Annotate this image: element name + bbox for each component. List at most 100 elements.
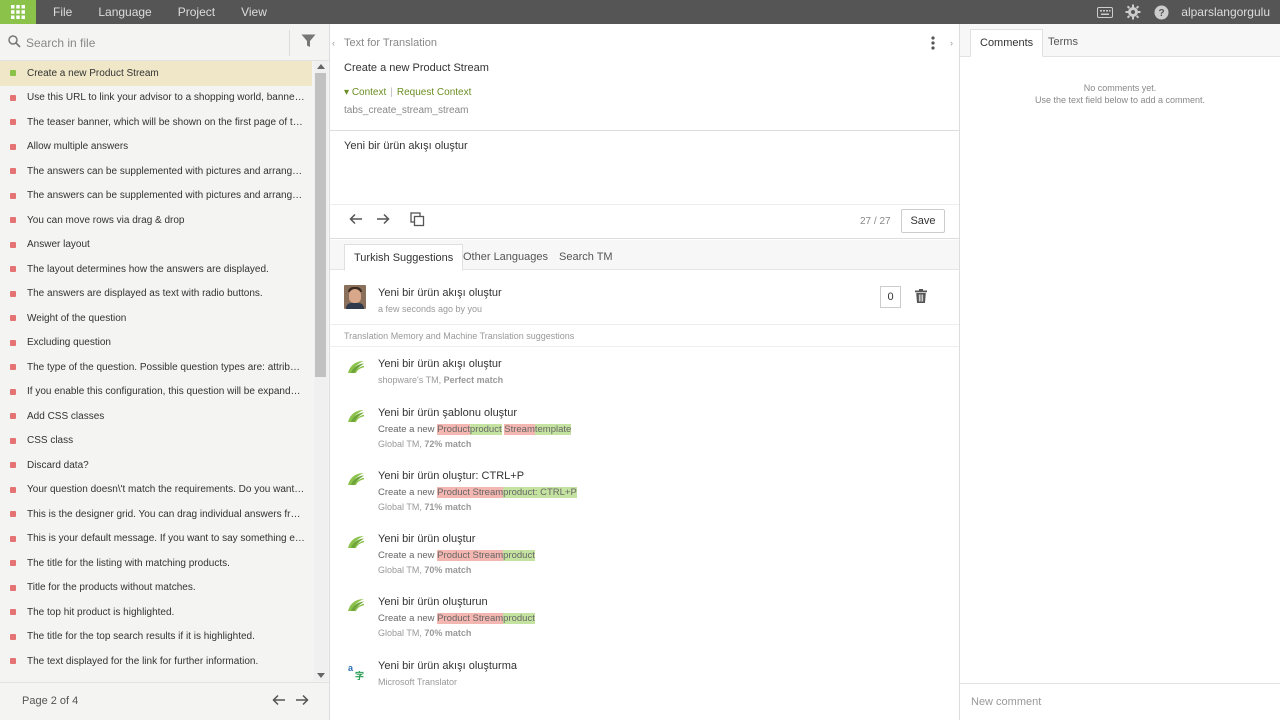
untranslated-status-icon xyxy=(10,584,16,591)
translation-section: Yeni bir ürün akışı oluştur 27 / 27 Save xyxy=(330,132,959,239)
suggestion-origin: shopware's TM, Perfect match xyxy=(378,375,503,385)
search-input[interactable]: Search in file xyxy=(26,36,95,50)
tm-suggestion[interactable]: Yeni bir ürün şablonu oluştur Create a ne… xyxy=(330,407,959,453)
user-name[interactable]: alparslangorgulu xyxy=(1175,5,1280,19)
menu-project[interactable]: Project xyxy=(165,0,228,24)
string-list-item-text: The layout determines how the answers ar… xyxy=(27,263,269,275)
string-list-item[interactable]: Your question doesn\'t match the require… xyxy=(0,478,312,503)
tm-suggestion[interactable]: Yeni bir ürün oluşturun Create a new Prod… xyxy=(330,596,959,642)
more-options-icon[interactable] xyxy=(930,35,936,51)
tab-other-languages[interactable]: Other Languages xyxy=(454,244,557,271)
scrollbar[interactable] xyxy=(314,61,328,681)
menu-file[interactable]: File xyxy=(40,0,85,24)
next-string-arrow-icon[interactable] xyxy=(376,213,390,225)
translation-memory-icon xyxy=(348,599,365,612)
filter-icon[interactable] xyxy=(301,34,316,48)
string-list-item[interactable]: The layout determines how the answers ar… xyxy=(0,257,312,282)
match-score: Perfect match xyxy=(443,375,504,385)
untranslated-status-icon xyxy=(10,266,16,273)
string-list-item[interactable]: The teaser banner, which will be shown o… xyxy=(0,110,312,135)
untranslated-status-icon xyxy=(10,94,16,101)
string-list-item[interactable]: Create a new Product Stream xyxy=(0,61,312,86)
string-list-item-text: The text displayed for the link for furt… xyxy=(27,655,259,667)
tm-suggestion[interactable]: Yeni bir ürün akışı oluştur shopware's TM… xyxy=(330,358,959,404)
suggestion-text: Yeni bir ürün oluştur xyxy=(378,533,476,545)
save-button[interactable]: Save xyxy=(901,209,945,233)
keyboard-icon[interactable] xyxy=(1091,0,1119,24)
untranslated-status-icon xyxy=(10,609,16,616)
string-list-item[interactable]: Discard data? xyxy=(0,453,312,478)
apps-grid-icon[interactable] xyxy=(0,0,36,24)
help-icon[interactable]: ? xyxy=(1147,0,1175,24)
string-list-item-text: The answers can be supplemented with pic… xyxy=(27,190,305,202)
collapse-left-chevron-icon[interactable]: ‹ xyxy=(332,38,335,48)
string-list-item-text: Add CSS classes xyxy=(27,410,105,422)
editor-pane: ‹ Text for Translation Create a new Prod… xyxy=(330,24,960,720)
tab-terms[interactable]: Terms xyxy=(1039,29,1087,57)
string-list-item[interactable]: Allow multiple answers xyxy=(0,135,312,160)
previous-string-arrow-icon[interactable] xyxy=(349,213,363,225)
tab-comments[interactable]: Comments xyxy=(970,29,1044,57)
untranslated-status-icon xyxy=(10,364,16,371)
scroll-thumb[interactable] xyxy=(315,73,326,377)
tab-turkish-suggestions[interactable]: Turkish Suggestions xyxy=(344,244,464,271)
menu-view[interactable]: View xyxy=(228,0,280,24)
suggestion-origin: Global TM, 71% match xyxy=(378,502,471,512)
string-list-item[interactable]: You can move rows via drag & drop xyxy=(0,208,312,233)
string-list-item-text: Discard data? xyxy=(27,459,89,471)
vote-count[interactable]: 0 xyxy=(880,286,901,308)
translation-input[interactable]: Yeni bir ürün akışı oluştur xyxy=(344,140,468,152)
diff-removed: Product xyxy=(437,424,470,435)
copy-source-icon[interactable] xyxy=(410,212,425,227)
untranslated-status-icon xyxy=(10,413,16,420)
collapse-right-chevron-icon[interactable]: › xyxy=(950,38,953,48)
avatar-body xyxy=(346,303,364,309)
string-list-item[interactable]: Excluding question xyxy=(0,331,312,356)
string-list-item[interactable]: Use this URL to link your advisor to a s… xyxy=(0,86,312,111)
string-list-item[interactable]: The answers are displayed as text with r… xyxy=(0,282,312,307)
string-list-item[interactable]: Weight of the question xyxy=(0,306,312,331)
next-page-arrow-icon[interactable] xyxy=(295,694,309,706)
menu-language[interactable]: Language xyxy=(85,0,164,24)
suggestion-text: Yeni bir ürün oluşturun xyxy=(378,596,488,608)
string-list-item[interactable]: Answer layout xyxy=(0,233,312,258)
string-list-item[interactable]: The type of the question. Possible quest… xyxy=(0,355,312,380)
string-list-item[interactable]: CSS class xyxy=(0,429,312,454)
caret-down-icon: ▾ xyxy=(344,87,350,98)
tm-suggestion[interactable]: Yeni bir ürün oluştur: CTRL+P Create a ne… xyxy=(330,470,959,516)
comment-tabs: Comments Terms xyxy=(960,24,1280,57)
tm-suggestion[interactable]: a 字 Yeni bir ürün akışı oluşturma Microsoft… xyxy=(330,660,959,706)
context-toggle[interactable]: Context xyxy=(352,87,386,98)
string-list-item[interactable]: The title for the top search results if … xyxy=(0,625,312,650)
delete-trash-icon[interactable] xyxy=(915,289,927,303)
new-comment-field[interactable]: New comment xyxy=(960,683,1280,720)
string-list-item[interactable]: Title for the products without matches. xyxy=(0,576,312,601)
string-list-item[interactable]: The answers can be supplemented with pic… xyxy=(0,159,312,184)
suggestion-origin: Microsoft Translator xyxy=(378,677,457,687)
request-context-link[interactable]: Request Context xyxy=(397,87,472,98)
string-list-item-text: This is the designer grid. You can drag … xyxy=(27,508,305,520)
origin-name: Global TM, xyxy=(378,502,425,512)
tab-search-tm[interactable]: Search TM xyxy=(550,244,622,271)
scroll-up-arrow-icon[interactable] xyxy=(317,64,325,69)
string-list-item[interactable]: Add CSS classes xyxy=(0,404,312,429)
diff-common: Create a new xyxy=(378,613,438,624)
string-list-item[interactable]: If you enable this configuration, this q… xyxy=(0,380,312,405)
settings-gear-icon[interactable] xyxy=(1119,0,1147,24)
string-list-item[interactable]: The text displayed for the link for furt… xyxy=(0,649,312,674)
string-list-item-text: The title for the listing with matching … xyxy=(27,557,230,569)
string-list-item[interactable]: The answers can be supplemented with pic… xyxy=(0,184,312,209)
no-comments-text: No comments yet. xyxy=(1083,83,1157,93)
string-list-item-text: Weight of the question xyxy=(27,312,127,324)
string-list-item[interactable]: This is the designer grid. You can drag … xyxy=(0,502,312,527)
match-score: 70% match xyxy=(424,565,472,575)
scroll-down-arrow-icon[interactable] xyxy=(317,673,325,678)
string-list-item[interactable]: The title for the listing with matching … xyxy=(0,551,312,576)
top-right-tools: ? alparslangorgulu xyxy=(1091,0,1280,24)
page-indicator: Page 2 of 4 xyxy=(22,695,79,707)
previous-page-arrow-icon[interactable] xyxy=(272,694,286,706)
string-list-item[interactable]: The top hit product is highlighted. xyxy=(0,600,312,625)
string-list-item[interactable]: This is your default message. If you wan… xyxy=(0,527,312,552)
own-suggestion[interactable]: Yeni bir ürün akışı oluştur a few second… xyxy=(330,271,959,325)
tm-suggestion[interactable]: Yeni bir ürün oluştur Create a new Produc… xyxy=(330,533,959,579)
